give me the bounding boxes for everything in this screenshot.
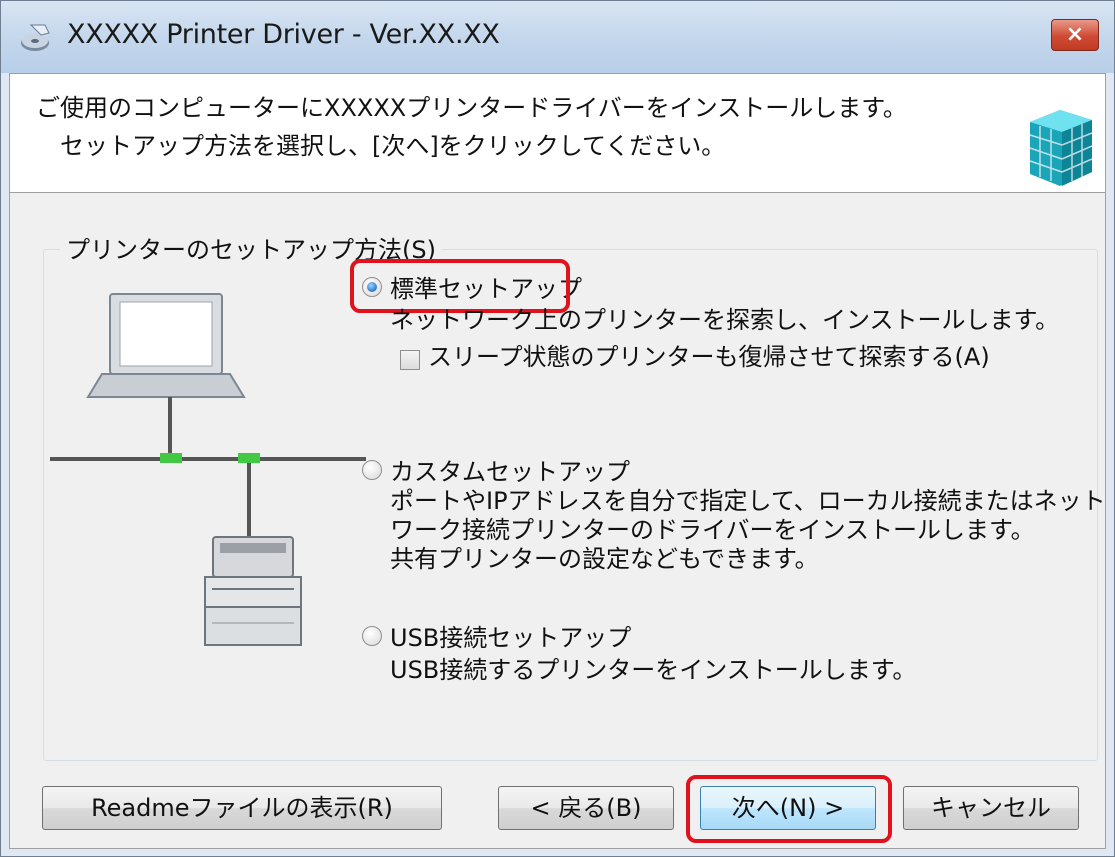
standard-setup-description: ネットワーク上のプリンターを探索し、インストールします。	[390, 306, 1060, 334]
usb-setup-description: USB接続するプリンターをインストールします。	[390, 656, 917, 684]
installer-app-icon	[21, 24, 50, 51]
custom-setup-description-1: ポートやIPアドレスを自分で指定して、ローカル接続またはネット	[390, 487, 1106, 515]
usb-setup-label[interactable]: USB接続セットアップ	[390, 618, 631, 653]
custom-setup-radio[interactable]	[362, 460, 382, 480]
installer-window: XXXXX Printer Driver - Ver.XX.XX × ご使用のコ…	[0, 0, 1115, 857]
cancel-button[interactable]: キャンセル	[903, 786, 1079, 830]
custom-setup-label[interactable]: カスタムセットアップ	[390, 452, 630, 487]
package-cubes-icon	[1029, 110, 1093, 186]
custom-setup-description-3: 共有プリンターの設定などもできます。	[390, 545, 819, 573]
dialog-header: ご使用のコンピューターにXXXXXプリンタードライバーをインストールします。 セ…	[10, 74, 1105, 193]
header-instruction-2: セットアップ方法を選択し、[次へ]をクリックしてください。	[60, 132, 726, 160]
multifunction-printer-icon	[204, 536, 302, 646]
header-instruction-1: ご使用のコンピューターにXXXXXプリンタードライバーをインストールします。	[36, 94, 907, 122]
close-icon: ×	[1065, 22, 1085, 47]
wake-sleeping-printers-checkbox[interactable]	[400, 350, 420, 370]
network-illustration	[50, 293, 366, 646]
window-title: XXXXX Printer Driver - Ver.XX.XX	[67, 19, 500, 50]
next-button-highlight	[686, 775, 892, 843]
laptop-icon	[86, 293, 246, 398]
title-bar[interactable]: XXXXX Printer Driver - Ver.XX.XX ×	[1, 1, 1114, 73]
usb-setup-radio[interactable]	[362, 626, 382, 646]
dialog-client-area: ご使用のコンピューターにXXXXXプリンタードライバーをインストールします。 セ…	[9, 73, 1106, 849]
custom-setup-description-2: ワーク接続プリンターのドライバーをインストールします。	[390, 516, 1035, 544]
standard-setup-highlight	[350, 259, 570, 313]
back-button[interactable]: < 戻る(B)	[498, 786, 674, 830]
readme-button[interactable]: Readmeファイルの表示(R)	[42, 786, 442, 830]
close-button[interactable]: ×	[1051, 19, 1099, 51]
wake-sleeping-printers-label[interactable]: スリープ状態のプリンターも復帰させて探索する(A)	[428, 343, 990, 372]
